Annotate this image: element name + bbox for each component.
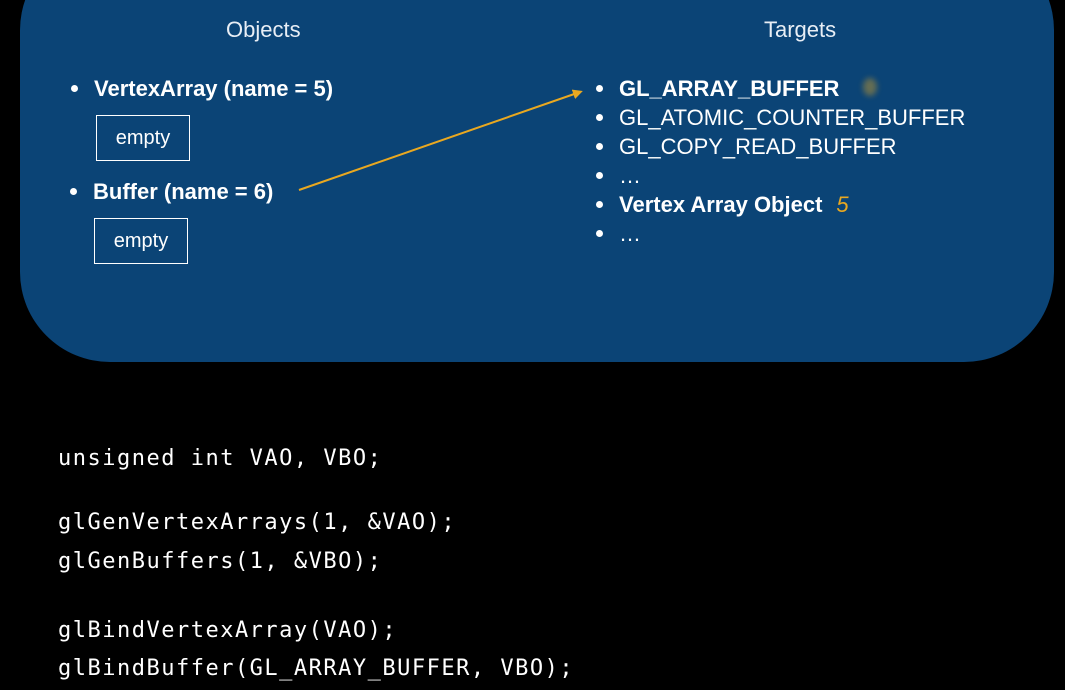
code-line-gen-buffers: glGenBuffers(1, &VBO); (58, 549, 383, 574)
target-copy-read-buffer: GL_COPY_READ_BUFFER (619, 134, 897, 159)
bullet-target-0 (596, 85, 603, 92)
target-atomic-counter-buffer: GL_ATOMIC_COUNTER_BUFFER (619, 105, 966, 130)
code-line-bind-vertex-array: glBindVertexArray(VAO); (58, 618, 398, 643)
bullet-target-4 (596, 201, 603, 208)
target-array-buffer: GL_ARRAY_BUFFER (619, 76, 840, 101)
object-vertexarray-state-box: empty (96, 115, 190, 161)
targets-column-title: Targets (764, 17, 837, 42)
target-vertex-array-object-label: Vertex Array Object (619, 192, 823, 217)
bullet-vertexarray (71, 85, 78, 92)
code-line-gen-vertex-arrays: glGenVertexArrays(1, &VAO); (58, 510, 457, 535)
object-vertexarray-label: VertexArray (name = 5) (94, 76, 334, 101)
target-vertex-array-object: Vertex Array Object 5 (619, 192, 849, 218)
object-buffer-label: Buffer (name = 6) (93, 179, 274, 204)
bullet-target-2 (596, 143, 603, 150)
code-line-bind-buffer: glBindBuffer(GL_ARRAY_BUFFER, VBO); (58, 656, 575, 681)
bullet-target-5 (596, 230, 603, 237)
target-ellipsis-2: … (619, 221, 641, 246)
target-ellipsis-1: … (619, 163, 641, 188)
object-buffer-state-box: empty (94, 218, 188, 264)
bullet-target-1 (596, 114, 603, 121)
binding-glow-indicator (863, 78, 877, 96)
bullet-buffer (70, 188, 77, 195)
bullet-target-3 (596, 172, 603, 179)
bound-vao-value: 5 (836, 192, 849, 217)
objects-column-title: Objects (226, 17, 301, 42)
code-line-declare: unsigned int VAO, VBO; (58, 446, 383, 471)
